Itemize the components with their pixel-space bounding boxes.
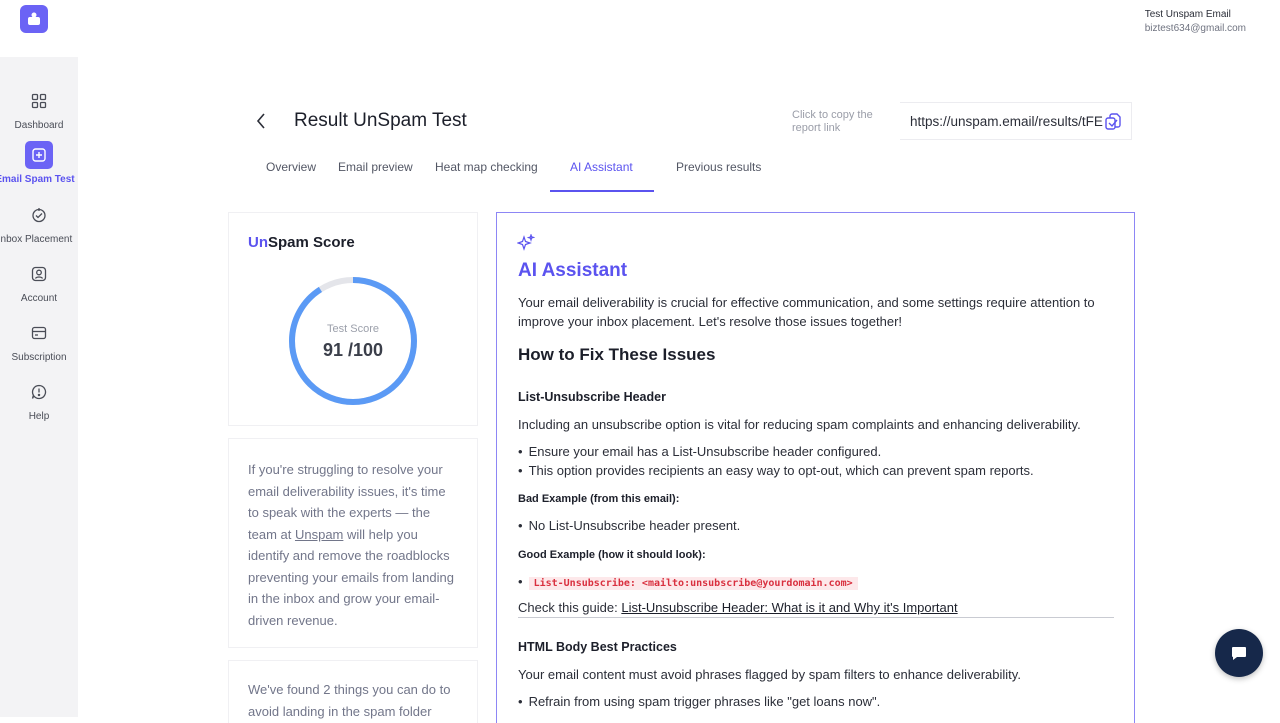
score-card: UnSpam Score Test Score 91 /100 [228, 212, 478, 426]
list-item: Ensure your email has a List-Unsubscribe… [518, 444, 882, 459]
score-title-prefix: Un [248, 234, 268, 251]
sidebar: Dashboard Email Spam Test Inbox Placemen… [0, 57, 78, 717]
sidebar-item-account[interactable]: Account [0, 260, 78, 304]
list-unsubscribe-heading: List-Unsubscribe Header [518, 390, 666, 404]
back-button[interactable] [250, 110, 272, 132]
plus-square-icon [25, 141, 53, 169]
user-info[interactable]: Test Unspam Email biztest634@gmail.com [1145, 9, 1246, 34]
user-name: Test Unspam Email [1144, 9, 1231, 20]
sidebar-label: Account [20, 293, 58, 304]
html-body-desc: Your email content must avoid phrases fl… [518, 667, 1021, 682]
sidebar-item-subscription[interactable]: Subscription [0, 319, 78, 363]
score-value: 91 /100 [322, 340, 384, 360]
unspam-link[interactable]: Unspam [295, 527, 343, 542]
tab-ai-assistant[interactable]: AI Assistant [570, 160, 633, 174]
tab-heat-map-checking[interactable]: Heat map checking [435, 160, 538, 174]
list-unsubscribe-desc: Including an unsubscribe option is vital… [518, 417, 1081, 432]
user-email: biztest634@gmail.com [1144, 23, 1246, 34]
sidebar-item-email-spam-test[interactable]: Email Spam Test [0, 141, 78, 185]
list-item: This option provides recipients an easy … [518, 463, 1034, 478]
section-divider [518, 617, 1114, 618]
score-label: Test Score [327, 323, 379, 335]
ai-assistant-panel: AI Assistant Your email deliverability i… [496, 212, 1135, 723]
expert-card: If you're struggling to resolve your ema… [228, 438, 478, 648]
list-item: List-Unsubscribe: <mailto:unsubscribe@yo… [518, 574, 858, 590]
chevron-left-icon [256, 113, 265, 129]
guide-prefix: Check this guide: [518, 600, 622, 615]
app-logo[interactable] [20, 5, 48, 33]
sparkle-icon [517, 234, 535, 251]
tab-email-preview[interactable]: Email preview [338, 160, 413, 174]
inbox-icon [25, 201, 53, 229]
list-item: Refrain from using spam trigger phrases … [518, 694, 881, 709]
sidebar-item-dashboard[interactable]: Dashboard [0, 87, 78, 131]
sidebar-item-inbox-placement[interactable]: Inbox Placement [0, 201, 78, 245]
good-example-label: Good Example (how it should look): [518, 549, 706, 561]
sidebar-label: Subscription [11, 352, 67, 363]
report-link-text: https://unspam.email/results/tFE [910, 113, 1103, 129]
ai-title: AI Assistant [518, 260, 628, 281]
bad-example-label: Bad Example (from this email): [518, 493, 680, 505]
ai-intro: Your email deliverability is crucial for… [518, 295, 1095, 329]
tab-previous-results[interactable]: Previous results [676, 160, 761, 174]
sidebar-label: Dashboard [14, 120, 64, 131]
grid-icon [25, 87, 53, 115]
active-tab-indicator [550, 190, 654, 192]
list-item: No List-Unsubscribe header present. [518, 518, 741, 533]
report-link-field[interactable]: https://unspam.email/results/tFE [900, 102, 1132, 140]
chat-button[interactable] [1215, 629, 1263, 677]
sidebar-item-help[interactable]: Help [0, 378, 78, 422]
guide-line: Check this guide: List-Unsubscribe Heade… [518, 600, 958, 615]
copy-hint: Click to copy the report link [792, 109, 873, 134]
found-text: We've found 2 things you can do to avoid… [248, 682, 451, 719]
logo-icon [28, 12, 40, 25]
how-to-fix-heading: How to Fix These Issues [518, 345, 716, 364]
sidebar-label: Inbox Placement [0, 234, 73, 245]
help-icon [25, 378, 53, 406]
app-root: Test Unspam Email biztest634@gmail.com D… [0, 0, 1280, 723]
chat-icon [1232, 647, 1246, 660]
copy-icon[interactable] [1103, 112, 1123, 132]
page-title: Result UnSpam Test [294, 110, 467, 131]
user-icon [25, 260, 53, 288]
html-body-heading: HTML Body Best Practices [518, 640, 677, 654]
guide-link[interactable]: List-Unsubscribe Header: What is it and … [621, 600, 957, 615]
found-card: We've found 2 things you can do to avoid… [228, 660, 478, 723]
good-example-code: List-Unsubscribe: <mailto:unsubscribe@yo… [528, 577, 858, 590]
sidebar-label: Help [28, 411, 50, 422]
card-icon [25, 319, 53, 347]
score-title-rest: Spam Score [268, 234, 355, 251]
tab-overview[interactable]: Overview [266, 160, 316, 174]
sidebar-label: Email Spam Test [0, 174, 75, 185]
score-title: UnSpam Score [248, 234, 355, 251]
